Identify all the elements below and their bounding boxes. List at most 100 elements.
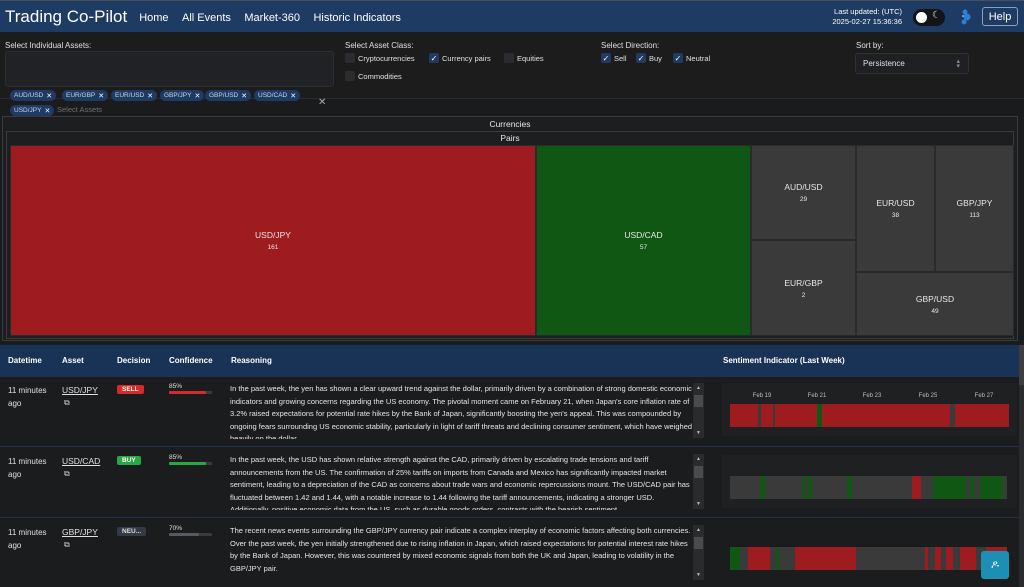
sentiment-neutral-segment[interactable] [953, 547, 960, 570]
sentiment-sell-segment[interactable] [935, 547, 941, 570]
checkbox-box[interactable] [345, 71, 355, 81]
sentiment-neutral-segment[interactable] [773, 404, 775, 427]
sentiment-sell-segment[interactable] [925, 547, 928, 570]
sentiment-sell-segment[interactable] [822, 404, 950, 427]
scroll-down-icon[interactable]: ▼ [696, 501, 701, 507]
sentiment-neutral-segment[interactable] [852, 476, 912, 499]
sentiment-neutral-segment[interactable] [950, 404, 955, 427]
sentiment-sell-segment[interactable] [748, 547, 770, 570]
sentiment-sell-segment[interactable] [761, 404, 773, 427]
reasoning-scrollbar[interactable]: ▲ ▼ [693, 525, 704, 580]
nav-home[interactable]: Home [139, 12, 168, 24]
nav-market-360[interactable]: Market-360 [244, 12, 300, 24]
remove-chip-icon[interactable]: ✕ [194, 92, 200, 100]
sentiment-neutral-segment[interactable] [770, 547, 776, 570]
sentiment-neutral-segment[interactable] [740, 547, 748, 570]
sentiment-neutral-segment[interactable] [921, 476, 933, 499]
checkbox-commodities[interactable]: Commodities [345, 71, 402, 81]
col-asset[interactable]: Asset [62, 356, 84, 365]
sentiment-buy-segment[interactable] [817, 404, 822, 427]
sentiment-neutral-segment[interactable] [856, 547, 925, 570]
sentiment-buy-segment[interactable] [808, 476, 812, 499]
sentiment-buy-segment[interactable] [970, 476, 974, 499]
remove-chip-icon[interactable]: ✕ [290, 92, 296, 100]
scroll-thumb[interactable] [694, 395, 703, 407]
scroll-down-icon[interactable]: ▼ [696, 572, 701, 578]
page-scrollbar[interactable] [1019, 345, 1024, 587]
sentiment-neutral-segment[interactable] [1003, 476, 1007, 499]
col-datetime[interactable]: Datetime [8, 356, 42, 365]
sentiment-neutral-segment[interactable] [779, 547, 795, 570]
asset-chip[interactable]: GBP/USD ✕ [205, 90, 252, 101]
external-link-icon[interactable]: ⧉ [64, 540, 70, 550]
col-reasoning[interactable]: Reasoning [231, 356, 272, 365]
asset-chip[interactable]: AUD/USD ✕ [10, 90, 57, 101]
asset-search-input[interactable]: Select Assets [57, 105, 102, 114]
sort-select[interactable]: Persistence ▴ ▾ [855, 53, 969, 74]
remove-chip-icon[interactable]: ✕ [241, 92, 247, 100]
check-icon[interactable]: ✓ [601, 53, 611, 63]
sentiment-neutral-segment[interactable] [765, 476, 802, 499]
scroll-up-icon[interactable]: ▲ [696, 527, 701, 533]
checkbox-box[interactable] [504, 53, 514, 63]
treemap-tile-usd-cad[interactable]: USD/CAD 57 [536, 145, 751, 336]
remove-chip-icon[interactable]: ✕ [98, 92, 104, 100]
checkbox-cryptocurrencies[interactable]: Cryptocurrencies [345, 53, 415, 63]
treemap-group-label[interactable]: Pairs [7, 133, 1013, 143]
sentiment-neutral-segment[interactable] [730, 476, 760, 499]
col-sentiment[interactable]: Sentiment Indicator (Last Week) [723, 356, 845, 365]
sentiment-neutral-segment[interactable] [966, 476, 970, 499]
nav-all-events[interactable]: All Events [182, 12, 231, 24]
check-icon[interactable]: ✓ [673, 53, 683, 63]
assistant-logo-icon[interactable] [960, 9, 972, 25]
treemap-tile-usd-jpy[interactable]: USD/JPY 161 [10, 145, 536, 336]
treemap-tile-eur-gbp[interactable]: EUR/GBP 2 [751, 240, 856, 336]
help-button[interactable]: Help [982, 7, 1018, 26]
sentiment-buy-segment[interactable] [760, 476, 765, 499]
scroll-thumb[interactable] [694, 466, 703, 478]
sentiment-neutral-segment[interactable] [928, 547, 935, 570]
checkbox-neutral[interactable]: ✓ Neutral [673, 53, 710, 63]
asset-chip[interactable]: USD/CAD ✕ [254, 90, 301, 101]
external-link-icon[interactable]: ⧉ [64, 398, 70, 408]
checkbox-sell[interactable]: ✓ Sell [601, 53, 627, 63]
sentiment-neutral-segment[interactable] [805, 476, 808, 499]
sentiment-sell-segment[interactable] [955, 404, 1009, 427]
sentiment-buy-segment[interactable] [802, 476, 805, 499]
asset-chip[interactable]: EUR/USD ✕ [111, 90, 158, 101]
col-decision[interactable]: Decision [117, 356, 150, 365]
remove-chip-icon[interactable]: ✕ [44, 107, 50, 115]
scroll-up-icon[interactable]: ▲ [696, 385, 701, 391]
page-scroll-thumb[interactable] [1019, 345, 1024, 385]
sentiment-buy-segment[interactable] [847, 476, 852, 499]
external-link-icon[interactable]: ⧉ [64, 469, 70, 479]
treemap-root-label[interactable]: Currencies [3, 119, 1017, 129]
sentiment-neutral-segment[interactable] [758, 404, 761, 427]
col-confidence[interactable]: Confidence [169, 356, 213, 365]
asset-link[interactable]: GBP/JPY [62, 527, 98, 537]
sentiment-sell-segment[interactable] [775, 404, 817, 427]
sentiment-neutral-segment[interactable] [974, 476, 980, 499]
check-icon[interactable]: ✓ [636, 53, 646, 63]
reasoning-scrollbar[interactable]: ▲ ▼ [693, 383, 704, 438]
check-icon[interactable]: ✓ [429, 53, 439, 63]
sentiment-sell-segment[interactable] [795, 547, 856, 570]
scroll-thumb[interactable] [694, 537, 703, 549]
brand-title[interactable]: Trading Co-Pilot [5, 7, 127, 27]
asset-chip[interactable]: USD/JPY ✕ [10, 105, 55, 116]
asset-link[interactable]: USD/JPY [62, 385, 98, 395]
theme-toggle[interactable]: ☾ [913, 9, 945, 26]
sentiment-buy-segment[interactable] [776, 547, 779, 570]
sentiment-buy-segment[interactable] [730, 547, 740, 570]
checkbox-box[interactable] [345, 53, 355, 63]
asset-chip[interactable]: EUR/GBP ✕ [62, 90, 109, 101]
asset-chip[interactable]: GBP/JPY ✕ [160, 90, 205, 101]
sentiment-neutral-segment[interactable] [812, 476, 847, 499]
sentiment-sell-segment[interactable] [730, 404, 758, 427]
checkbox-currency-pairs[interactable]: ✓ Currency pairs [429, 53, 491, 63]
checkbox-buy[interactable]: ✓ Buy [636, 53, 662, 63]
chat-assistant-button[interactable]: ዶ [981, 551, 1009, 579]
remove-chip-icon[interactable]: ✕ [46, 92, 52, 100]
sentiment-sell-segment[interactable] [960, 547, 976, 570]
remove-chip-icon[interactable]: ✕ [147, 92, 153, 100]
